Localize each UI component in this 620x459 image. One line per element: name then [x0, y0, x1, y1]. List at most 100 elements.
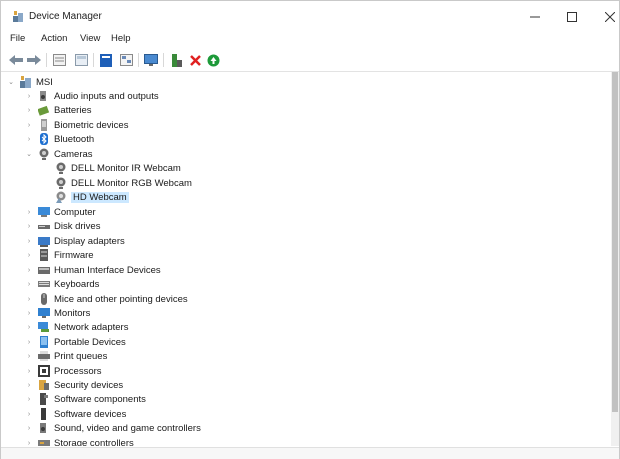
- chevron-right-icon[interactable]: ›: [25, 267, 33, 274]
- device-manager-window: Device Manager File Action View Help ⌄ M…: [0, 0, 620, 459]
- chevron-down-icon[interactable]: ⌄: [25, 150, 33, 158]
- resource-view-button[interactable]: [118, 52, 134, 68]
- chevron-right-icon[interactable]: ›: [25, 93, 33, 100]
- chevron-right-icon[interactable]: ›: [25, 339, 33, 346]
- chevron-right-icon[interactable]: ›: [25, 368, 33, 375]
- chevron-right-icon[interactable]: ›: [25, 122, 33, 129]
- scan-hardware-button[interactable]: [143, 52, 159, 68]
- update-driver-button[interactable]: [169, 52, 185, 68]
- forward-button[interactable]: [26, 52, 42, 68]
- chevron-right-icon[interactable]: ›: [25, 238, 33, 245]
- tree-node[interactable]: › Portable Devices: [25, 335, 126, 349]
- tree-node[interactable]: › Bluetooth: [25, 132, 94, 146]
- menu-action[interactable]: Action: [41, 33, 67, 44]
- chevron-right-icon[interactable]: ›: [25, 382, 33, 389]
- help-button[interactable]: [98, 52, 114, 68]
- tree-node[interactable]: › Software components: [25, 392, 146, 406]
- maximize-button[interactable]: [553, 1, 591, 33]
- tree-node[interactable]: › Network adapters: [25, 320, 129, 334]
- tree-node[interactable]: › Audio inputs and outputs: [25, 89, 159, 103]
- camera-icon: [39, 148, 49, 160]
- printer-icon: [38, 351, 50, 361]
- disk-icon: [38, 225, 50, 229]
- chevron-right-icon[interactable]: ›: [25, 296, 33, 303]
- tree-node[interactable]: › Human Interface Devices: [25, 263, 161, 277]
- computer-icon: [38, 207, 50, 217]
- chevron-right-icon[interactable]: ›: [25, 223, 33, 230]
- chevron-right-icon[interactable]: ›: [25, 252, 33, 259]
- close-button[interactable]: [591, 1, 620, 33]
- tree-node-label: Audio inputs and outputs: [54, 90, 159, 102]
- tree-child[interactable]: DELL Monitor RGB Webcam: [55, 176, 192, 190]
- tree-node[interactable]: › Keyboards: [25, 277, 100, 291]
- properties-sheet-button[interactable]: [51, 52, 67, 68]
- tree-node[interactable]: ⌄ Cameras: [25, 147, 93, 161]
- tree-node-label: Biometric devices: [54, 119, 129, 131]
- tree-node-label: Computer: [54, 206, 96, 218]
- tree-root-msi[interactable]: ⌄ MSI: [7, 75, 53, 89]
- properties-sheet-icon: [52, 54, 66, 66]
- chevron-right-icon[interactable]: ›: [25, 396, 33, 403]
- tree-node[interactable]: › Batteries: [25, 103, 92, 117]
- tree-node[interactable]: › Biometric devices: [25, 118, 128, 132]
- tree-node[interactable]: › Sound, video and game controllers: [25, 421, 201, 435]
- security-icon: [39, 380, 49, 390]
- back-button[interactable]: [8, 52, 24, 68]
- chevron-right-icon[interactable]: ›: [25, 209, 33, 216]
- chevron-right-icon[interactable]: ›: [25, 324, 33, 331]
- uninstall-button[interactable]: [187, 52, 203, 68]
- title-bar: Device Manager: [1, 1, 619, 33]
- list-view-button[interactable]: [73, 52, 89, 68]
- tree-node[interactable]: › Mice and other pointing devices: [25, 292, 188, 306]
- enable-button[interactable]: [205, 52, 221, 68]
- vertical-scrollbar[interactable]: [611, 72, 619, 446]
- keyboard-icon: [38, 281, 50, 287]
- tree-node[interactable]: › Security devices: [25, 378, 123, 392]
- chevron-right-icon[interactable]: ›: [25, 425, 33, 432]
- tree-node-label: Human Interface Devices: [54, 264, 161, 276]
- forward-icon: [27, 55, 41, 65]
- tree-node[interactable]: › Storage controllers: [25, 436, 134, 446]
- scrollbar-thumb[interactable]: [612, 72, 618, 412]
- tree-node-label: Portable Devices: [54, 336, 126, 348]
- chevron-right-icon[interactable]: ›: [25, 107, 33, 114]
- storage-icon: [38, 440, 50, 446]
- tree-child[interactable]: DELL Monitor IR Webcam: [55, 161, 181, 175]
- minimize-button[interactable]: [516, 1, 554, 33]
- chevron-down-icon[interactable]: ⌄: [7, 78, 15, 86]
- mouse-icon: [41, 293, 47, 305]
- speaker-icon: [40, 91, 46, 101]
- chevron-right-icon[interactable]: ›: [25, 353, 33, 360]
- tree-node[interactable]: › Software devices: [25, 407, 126, 421]
- tree-node-label: Keyboards: [54, 278, 100, 290]
- menu-view[interactable]: View: [80, 33, 100, 44]
- hid-icon: [38, 267, 50, 274]
- tree-node[interactable]: › Disk drives: [25, 219, 101, 233]
- sound-icon: [40, 423, 46, 433]
- chevron-right-icon[interactable]: ›: [25, 281, 33, 288]
- tree-child-label: DELL Monitor RGB Webcam: [71, 177, 192, 189]
- tree-node[interactable]: › Processors: [25, 364, 102, 378]
- battery-icon: [38, 105, 50, 116]
- tree-node[interactable]: › Firmware: [25, 248, 94, 262]
- menu-file[interactable]: File: [10, 33, 25, 44]
- computer-root-icon: [20, 76, 31, 88]
- tree-node[interactable]: › Monitors: [25, 306, 91, 320]
- tree-node[interactable]: › Print queues: [25, 349, 108, 363]
- tree-node-label: Software components: [54, 393, 146, 405]
- tree-child-selected[interactable]: HD Webcam: [55, 190, 129, 204]
- device-tree: ⌄ MSI › Audio inputs and outputs › Batte…: [1, 72, 611, 446]
- chevron-right-icon[interactable]: ›: [25, 310, 33, 317]
- back-icon: [9, 55, 23, 65]
- menu-help[interactable]: Help: [111, 33, 131, 44]
- tree-node-label: Sound, video and game controllers: [54, 422, 201, 434]
- tree-node[interactable]: › Display adapters: [25, 234, 125, 248]
- chevron-right-icon[interactable]: ›: [25, 440, 33, 447]
- tree-child-label: DELL Monitor IR Webcam: [71, 162, 181, 174]
- help-icon: [100, 53, 112, 67]
- chevron-right-icon[interactable]: ›: [25, 411, 33, 418]
- chevron-right-icon[interactable]: ›: [25, 136, 33, 143]
- camera-icon: [56, 177, 66, 189]
- enable-icon: [207, 54, 219, 66]
- tree-node[interactable]: › Computer: [25, 205, 96, 219]
